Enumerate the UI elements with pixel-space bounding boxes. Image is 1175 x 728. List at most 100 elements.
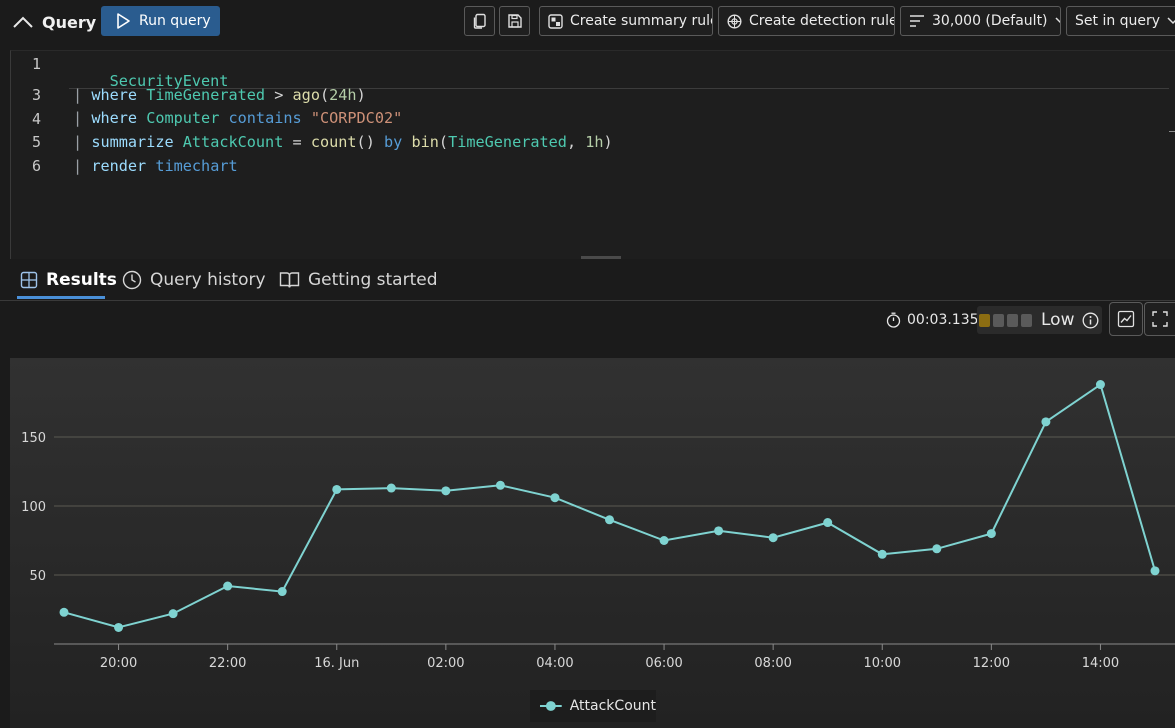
- x-tick-label: 14:00: [1082, 656, 1119, 671]
- chart-icon: [1117, 310, 1135, 328]
- x-tick-label: 22:00: [209, 656, 246, 671]
- x-tick-label: 16. Jun: [314, 656, 359, 671]
- code-line[interactable]: | summarize AttackCount = count() by bin…: [73, 133, 613, 151]
- create-detection-rule-label: Create detection rule: [749, 13, 895, 29]
- data-point: [605, 515, 614, 525]
- query-toolbar: Query Run query Create summary rule Crea…: [0, 0, 1175, 48]
- chart-legend[interactable]: AttackCount: [530, 690, 656, 722]
- minimap-marker: [1169, 131, 1175, 132]
- code-text: | render timechart: [73, 157, 238, 175]
- grid-icon: [20, 271, 38, 289]
- run-query-label: Run query: [139, 13, 211, 29]
- chevron-up-icon: [13, 16, 33, 28]
- x-tick-label: 12:00: [973, 656, 1010, 671]
- data-point: [768, 533, 778, 543]
- performance-level-label: Low: [1041, 310, 1075, 330]
- x-tick-label: 06:00: [645, 656, 682, 671]
- summary-rule-icon: [548, 13, 563, 29]
- line-number: 3: [31, 86, 41, 104]
- code-text: | where TimeGenerated > ago(24h): [73, 86, 366, 104]
- data-point: [332, 484, 342, 494]
- code-text: | summarize AttackCount = count() by bin…: [73, 133, 613, 151]
- time-range-value: Set in query: [1075, 13, 1161, 29]
- book-icon: [279, 272, 300, 288]
- fullscreen-icon: [1152, 311, 1168, 327]
- data-point: [932, 544, 942, 554]
- active-tab-indicator: [17, 296, 105, 299]
- x-tick-label: 04:00: [536, 656, 573, 671]
- x-tick-label: 20:00: [100, 656, 137, 671]
- legend-label: AttackCount: [569, 698, 656, 714]
- horizontal-scrollbar[interactable]: [581, 256, 621, 259]
- query-elapsed-time: 00:03.135: [886, 310, 979, 330]
- chevron-down-icon: [1167, 17, 1175, 25]
- data-point: [223, 581, 233, 591]
- tab-getting-started-label: Getting started: [308, 270, 438, 290]
- tab-query-history-label: Query history: [150, 270, 266, 290]
- level-square: [1007, 313, 1018, 327]
- chevron-down-icon: [1054, 17, 1060, 24]
- copy-button[interactable]: [464, 6, 495, 36]
- results-tabs: Results Query history Getting started: [0, 260, 1175, 301]
- data-point: [659, 536, 669, 545]
- x-tick-label: 10:00: [864, 656, 901, 671]
- run-query-button[interactable]: Run query: [101, 6, 220, 36]
- data-point: [1150, 566, 1160, 576]
- create-summary-rule-label: Create summary rule: [570, 13, 713, 29]
- x-tick-label: 08:00: [754, 656, 791, 671]
- current-line-highlight: [69, 62, 1169, 89]
- data-point: [877, 549, 887, 559]
- create-detection-rule-button[interactable]: Create detection rule: [718, 6, 895, 36]
- y-tick-label: 150: [21, 431, 46, 446]
- create-summary-rule-button[interactable]: Create summary rule: [539, 6, 713, 36]
- code-line[interactable]: | where TimeGenerated > ago(24h): [73, 86, 366, 104]
- save-button[interactable]: [499, 6, 530, 36]
- query-title: Query: [42, 12, 97, 32]
- line-number: 4: [31, 110, 41, 128]
- time-range-dropdown[interactable]: Set in query: [1066, 6, 1175, 36]
- tab-results[interactable]: Results: [20, 266, 117, 294]
- code-line[interactable]: | where Computer contains "CORPDC02": [73, 109, 402, 127]
- level-square: [993, 313, 1004, 327]
- data-point: [441, 486, 451, 496]
- code-text: | where Computer contains "CORPDC02": [73, 109, 403, 127]
- y-tick-label: 50: [29, 569, 46, 584]
- tab-getting-started[interactable]: Getting started: [279, 266, 438, 294]
- level-square: [1021, 313, 1032, 327]
- tab-results-label: Results: [46, 270, 117, 290]
- data-point: [495, 480, 505, 490]
- level-square: [979, 313, 990, 327]
- data-point: [1095, 380, 1105, 390]
- timechart-panel: 50 100 150 20:00 22:00 16. Jun 02:00 04:00 06:00…: [10, 358, 1175, 728]
- play-icon: [117, 13, 130, 29]
- data-point: [714, 526, 724, 536]
- clock-icon: [122, 270, 142, 290]
- data-point: [550, 493, 560, 503]
- lines-icon: [910, 15, 924, 27]
- result-limit-dropdown[interactable]: 30,000 (Default): [900, 6, 1061, 36]
- x-tick-label: 02:00: [427, 656, 464, 671]
- data-point: [168, 609, 178, 619]
- stopwatch-icon: [886, 312, 901, 328]
- line-number: 1: [31, 55, 41, 73]
- query-header-toggle[interactable]: Query: [12, 8, 96, 36]
- fullscreen-button[interactable]: [1144, 302, 1175, 336]
- y-tick-label: 100: [21, 500, 46, 515]
- data-point: [277, 587, 287, 597]
- attack-count-timechart: 50 100 150 20:00 22:00 16. Jun 02:00 04:00 06:00…: [21, 380, 1175, 671]
- legend-marker: [540, 701, 562, 711]
- data-point: [59, 607, 69, 617]
- data-point: [386, 483, 396, 493]
- data-point: [986, 529, 996, 539]
- result-limit-value: 30,000 (Default): [932, 13, 1048, 29]
- query-editor[interactable]: 1 3 4 5 6 SecurityEvent | where TimeGene…: [10, 50, 1175, 259]
- info-icon[interactable]: [1082, 312, 1099, 329]
- line-number: 6: [31, 157, 41, 175]
- chart-view-button[interactable]: [1109, 302, 1143, 336]
- query-performance-indicator: Low: [977, 306, 1102, 334]
- code-line[interactable]: | render timechart: [73, 157, 238, 175]
- elapsed-time-value: 00:03.135: [907, 312, 979, 328]
- copy-icon: [473, 13, 486, 29]
- tab-query-history[interactable]: Query history: [122, 266, 266, 294]
- data-point: [1041, 417, 1051, 427]
